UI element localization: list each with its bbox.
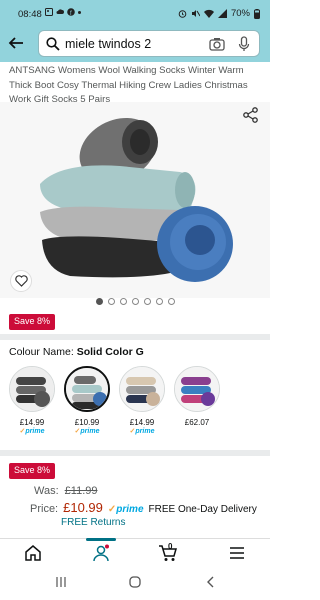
delivery-text: FREE One-Day Delivery bbox=[148, 504, 257, 515]
was-price-row: Was: £11.99 bbox=[34, 485, 97, 497]
carousel-dot[interactable] bbox=[95, 298, 103, 305]
colour-swatch-2[interactable]: £10.99 ✓prime bbox=[64, 366, 110, 435]
facebook-icon: f bbox=[67, 8, 75, 16]
heart-icon bbox=[14, 275, 28, 287]
search-bar[interactable]: miele twindos 2 bbox=[38, 30, 260, 57]
price-row: Price: £10.99 ✓prime FREE One-Day Delive… bbox=[30, 500, 266, 515]
was-label: Was: bbox=[34, 485, 59, 497]
menu-icon[interactable] bbox=[229, 544, 245, 562]
cart-icon[interactable] bbox=[158, 544, 178, 562]
colour-swatch-3[interactable]: £14.99 ✓prime bbox=[119, 366, 165, 435]
carousel-dot[interactable] bbox=[131, 298, 139, 305]
back-arrow-icon[interactable] bbox=[6, 33, 26, 53]
status-bar: 08:48 f 70% bbox=[0, 0, 270, 26]
bottom-app-nav: 0 bbox=[0, 538, 270, 568]
section-divider bbox=[0, 334, 270, 340]
wishlist-button[interactable] bbox=[10, 270, 32, 292]
product-title[interactable]: ANTSANG Womens Wool Walking Socks Winter… bbox=[9, 64, 264, 108]
back-icon[interactable] bbox=[206, 576, 216, 588]
cloud-icon bbox=[56, 9, 64, 14]
camera-icon[interactable] bbox=[209, 37, 225, 51]
status-system-icons: 70% bbox=[178, 8, 260, 19]
was-price: £11.99 bbox=[64, 485, 98, 497]
home-circle-icon[interactable] bbox=[129, 576, 141, 588]
savings-badge: Save 8% bbox=[9, 314, 56, 330]
mute-icon bbox=[191, 10, 200, 17]
swatch-image bbox=[9, 366, 55, 412]
price-label: Price: bbox=[30, 503, 59, 515]
prime-badge: ✓prime bbox=[129, 428, 155, 435]
free-returns-link[interactable]: FREE Returns bbox=[61, 517, 125, 528]
active-tab-indicator bbox=[86, 538, 116, 541]
current-price: £10.99 bbox=[63, 500, 103, 515]
search-input[interactable]: miele twindos 2 bbox=[65, 37, 151, 51]
product-image[interactable] bbox=[0, 102, 270, 298]
signal-icon bbox=[217, 9, 227, 18]
colour-swatch-1[interactable]: £14.99 ✓prime bbox=[9, 366, 55, 435]
savings-badge: Save 8% bbox=[9, 463, 56, 479]
swatch-price: £14.99 bbox=[19, 418, 45, 427]
microphone-icon[interactable] bbox=[238, 36, 250, 52]
home-icon[interactable] bbox=[24, 544, 42, 562]
prime-badge: ✓prime bbox=[74, 428, 100, 435]
colour-label-text: Colour Name: bbox=[9, 346, 74, 358]
colour-swatches: £14.99 ✓prime £10.99 ✓prime £14.99 ✓prim… bbox=[9, 366, 220, 435]
recents-icon[interactable] bbox=[55, 576, 67, 588]
colour-swatch-4[interactable]: £62.07 bbox=[174, 366, 220, 435]
section-divider bbox=[0, 450, 270, 456]
prime-badge: ✓prime bbox=[107, 504, 144, 515]
carousel-dot[interactable] bbox=[119, 298, 127, 305]
image-icon bbox=[45, 8, 53, 16]
carousel-dot[interactable] bbox=[167, 298, 175, 305]
colour-value: Solid Color G bbox=[76, 346, 144, 358]
swatch-image bbox=[119, 366, 165, 412]
prime-badge: ✓prime bbox=[19, 428, 45, 435]
dot-icon bbox=[78, 10, 81, 14]
status-notification-icons: f bbox=[45, 8, 81, 16]
carousel-dot[interactable] bbox=[143, 298, 151, 305]
alarm-icon bbox=[178, 10, 187, 18]
carousel-dot[interactable] bbox=[107, 298, 115, 305]
battery-icon bbox=[254, 8, 260, 19]
share-icon[interactable] bbox=[242, 106, 260, 124]
account-icon[interactable] bbox=[92, 544, 110, 562]
search-header: miele twindos 2 bbox=[0, 26, 270, 62]
swatch-image bbox=[174, 366, 220, 412]
system-nav-bar bbox=[0, 568, 270, 600]
image-carousel-dots[interactable] bbox=[0, 298, 270, 305]
socks-image bbox=[40, 117, 233, 282]
carousel-dot[interactable] bbox=[155, 298, 163, 305]
swatch-price: £10.99 bbox=[74, 418, 100, 427]
swatch-price: £62.07 bbox=[184, 418, 210, 427]
colour-name-label: Colour Name: Solid Color G bbox=[9, 346, 144, 358]
battery-percent: 70% bbox=[230, 8, 250, 19]
wifi-icon bbox=[203, 9, 214, 18]
search-icon bbox=[46, 37, 60, 51]
swatch-price: £14.99 bbox=[129, 418, 155, 427]
status-time: 08:48 bbox=[18, 9, 42, 20]
swatch-image bbox=[64, 366, 110, 412]
